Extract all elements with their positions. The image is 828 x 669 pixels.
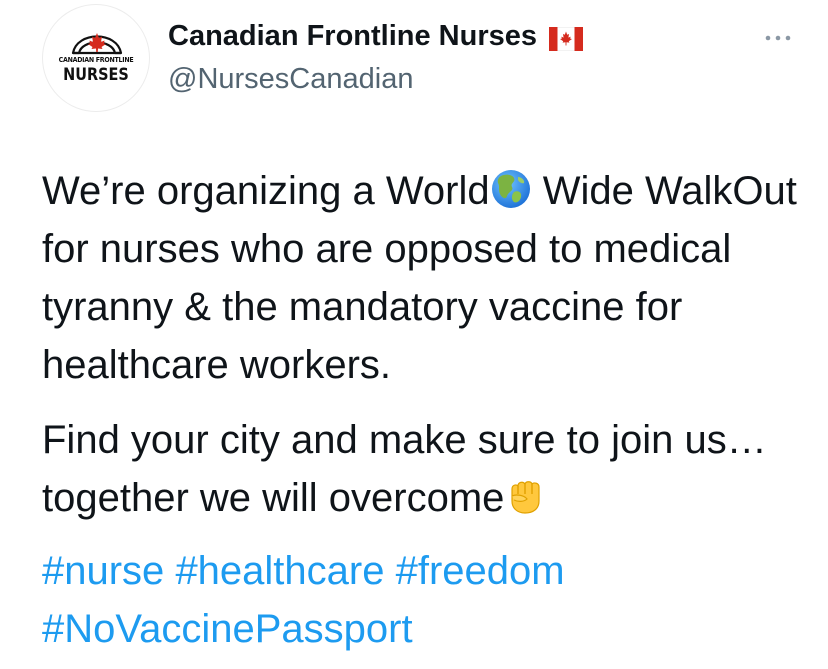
avatar-big-text: NURSES xyxy=(63,65,129,85)
canada-flag-icon xyxy=(548,26,584,51)
more-options-icon[interactable] xyxy=(760,28,800,48)
author-display-name[interactable]: Canadian Frontline Nurses xyxy=(168,20,584,53)
hashtag-link[interactable]: #nurse xyxy=(42,549,164,593)
profile-avatar[interactable]: CANADIAN FRONTLINE NURSES xyxy=(42,4,150,112)
tweet-text-segment: Find your city and make sure to join us…… xyxy=(42,418,767,520)
tweet-paragraph-2: Find your city and make sure to join us…… xyxy=(42,411,812,527)
hashtag-link[interactable]: #freedom xyxy=(396,549,565,593)
globe-americas-emoji-icon xyxy=(490,168,532,210)
tweet-text: We’re organizing a World Wide WalkOut fo… xyxy=(42,162,812,527)
hashtag-link[interactable]: #healthcare xyxy=(175,549,384,593)
author-name-text: Canadian Frontline Nurses xyxy=(168,20,538,52)
avatar-small-text: CANADIAN FRONTLINE xyxy=(58,56,134,64)
hashtag-list: #nurse #healthcare #freedom #NoVaccinePa… xyxy=(42,542,812,658)
tweet-paragraph-1: We’re organizing a World Wide WalkOut fo… xyxy=(42,162,812,394)
hashtag-link[interactable]: #NoVaccinePassport xyxy=(42,607,413,651)
raised-fist-emoji-icon xyxy=(504,475,546,517)
author-handle[interactable]: @NursesCanadian xyxy=(168,63,413,96)
tweet-card: CANADIAN FRONTLINE NURSES Canadian Front… xyxy=(0,0,828,669)
tweet-text-segment: We’re organizing a World xyxy=(42,169,490,213)
